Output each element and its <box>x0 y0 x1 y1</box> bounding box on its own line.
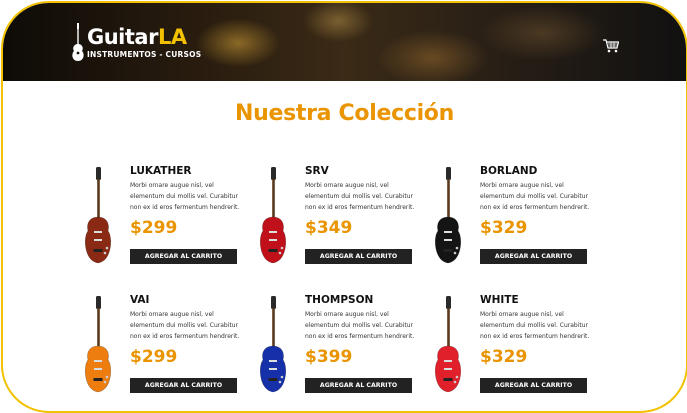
product-price: $299 <box>130 218 178 238</box>
product-description: Morbi ornare augue nisl, vel elementum d… <box>305 311 415 340</box>
product-card: THOMPSON Morbi ornare augue nisl, vel el… <box>255 294 425 404</box>
product-name: LUKATHER <box>130 165 192 177</box>
product-name: VAI <box>130 294 150 306</box>
brand-tagline: INSTRUMENTOS - CURSOS <box>87 50 202 59</box>
product-price: $299 <box>130 347 178 367</box>
add-to-cart-button[interactable]: AGREGAR AL CARRITO <box>480 249 587 264</box>
add-to-cart-button[interactable]: AGREGAR AL CARRITO <box>130 249 237 264</box>
product-name: THOMPSON <box>305 294 374 306</box>
product-price: $329 <box>480 218 528 238</box>
product-card: SRV Morbi ornare augue nisl, vel element… <box>255 165 425 275</box>
product-name: SRV <box>305 165 329 177</box>
product-name: BORLAND <box>480 165 538 177</box>
brand-accent: LA <box>157 25 187 49</box>
add-to-cart-button[interactable]: AGREGAR AL CARRITO <box>305 249 412 264</box>
header: GuitarLA INSTRUMENTOS - CURSOS <box>3 3 686 81</box>
product-description: Morbi ornare augue nisl, vel elementum d… <box>130 182 240 211</box>
brand-title: GuitarLA <box>87 25 187 49</box>
cart-icon[interactable] <box>603 39 619 53</box>
add-to-cart-button[interactable]: AGREGAR AL CARRITO <box>130 378 237 393</box>
product-card: VAI Morbi ornare augue nisl, vel element… <box>80 294 250 404</box>
guitar-image <box>259 167 287 264</box>
product-description: Morbi ornare augue nisl, vel elementum d… <box>130 311 240 340</box>
product-card: BORLAND Morbi ornare augue nisl, vel ele… <box>430 165 600 275</box>
product-description: Morbi ornare augue nisl, vel elementum d… <box>480 311 590 340</box>
guitar-image <box>84 296 112 393</box>
guitar-image <box>434 167 462 264</box>
add-to-cart-button[interactable]: AGREGAR AL CARRITO <box>305 378 412 393</box>
guitar-image <box>84 167 112 264</box>
logo[interactable]: GuitarLA INSTRUMENTOS - CURSOS <box>71 23 231 63</box>
page-title: Nuestra Colección <box>235 101 454 126</box>
product-price: $329 <box>480 347 528 367</box>
product-price: $349 <box>305 218 353 238</box>
guitar-image <box>434 296 462 393</box>
guitar-icon <box>72 23 84 61</box>
product-name: WHITE <box>480 294 519 306</box>
product-description: Morbi ornare augue nisl, vel elementum d… <box>305 182 415 211</box>
product-description: Morbi ornare augue nisl, vel elementum d… <box>480 182 590 211</box>
add-to-cart-button[interactable]: AGREGAR AL CARRITO <box>480 378 587 393</box>
product-card: LUKATHER Morbi ornare augue nisl, vel el… <box>80 165 250 275</box>
app-frame: GuitarLA INSTRUMENTOS - CURSOS Nuestra C… <box>1 1 687 413</box>
guitar-image <box>259 296 287 393</box>
product-price: $399 <box>305 347 353 367</box>
brand-name: Guitar <box>87 25 158 49</box>
product-card: WHITE Morbi ornare augue nisl, vel eleme… <box>430 294 600 404</box>
